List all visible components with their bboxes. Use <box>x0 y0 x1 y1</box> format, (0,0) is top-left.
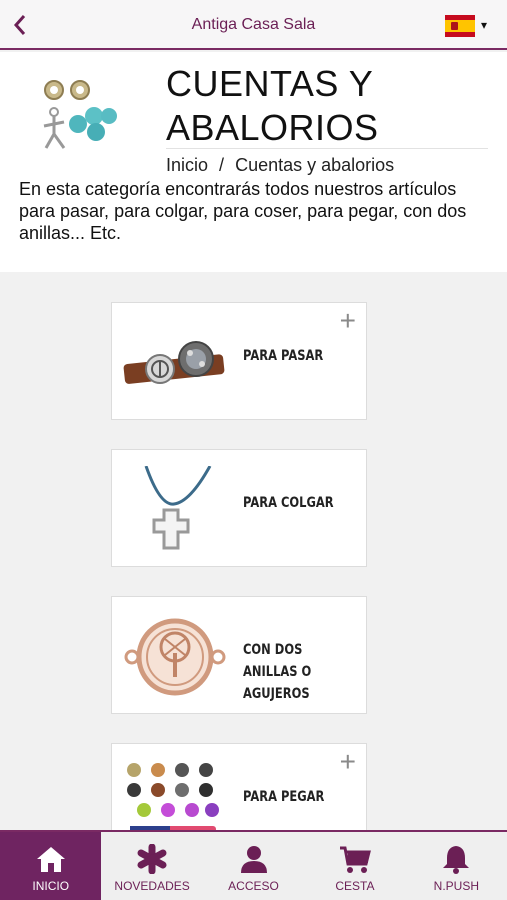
page-title: CUENTAS Y ABALORIOS <box>166 62 379 150</box>
category-label: PARA PEGAR <box>243 789 325 805</box>
tab-acceso[interactable]: ACCESO <box>203 832 304 900</box>
category-label: PARA PASAR <box>243 348 324 364</box>
home-icon <box>36 847 65 872</box>
plus-icon[interactable]: + <box>340 307 356 335</box>
bell-icon <box>443 846 470 874</box>
breadcrumb-current: Cuentas y abalorios <box>235 155 395 175</box>
page-title-line1: CUENTAS Y <box>166 63 374 104</box>
con-dos-anillas-image <box>124 618 226 696</box>
category-header: CUENTAS Y ABALORIOS Inicio / Cuentas y a… <box>0 52 507 272</box>
cart-icon <box>339 846 371 873</box>
breadcrumb-home-link[interactable]: Inicio <box>166 155 208 175</box>
tab-label: CESTA <box>335 879 375 893</box>
caret-down-icon: ▾ <box>481 18 488 32</box>
category-card-para-colgar[interactable]: PARA COLGAR <box>111 449 367 567</box>
tab-label: N.PUSH <box>433 879 479 893</box>
tab-label: INICIO <box>32 879 70 893</box>
language-selector[interactable]: ▾ <box>445 15 495 37</box>
breadcrumb: Inicio / Cuentas y abalorios <box>166 148 488 176</box>
para-colgar-image <box>144 466 212 550</box>
category-label: CON DOS ANILLAS O AGUJEROS <box>243 642 312 702</box>
category-card-con-dos-anillas[interactable]: CON DOS ANILLAS O AGUJEROS <box>111 596 367 714</box>
category-label: PARA COLGAR <box>243 495 334 511</box>
tab-cesta[interactable]: CESTA <box>304 832 405 900</box>
page-title-line2: ABALORIOS <box>166 107 379 148</box>
tab-label: NOVEDADES <box>114 879 190 893</box>
category-card-para-pasar[interactable]: PARA PASAR + <box>111 302 367 420</box>
beads-category-image <box>43 80 117 149</box>
tab-novedades[interactable]: NOVEDADES <box>101 832 202 900</box>
asterisk-icon <box>137 844 167 874</box>
spain-flag-icon <box>445 15 475 37</box>
tab-npush[interactable]: N.PUSH <box>406 832 507 900</box>
top-bar: Antiga Casa Sala ▾ <box>0 0 507 50</box>
breadcrumb-separator: / <box>219 155 225 175</box>
tab-label: ACCESO <box>228 879 279 893</box>
plus-icon[interactable]: + <box>340 748 356 776</box>
category-description: En esta categoría encontrarás todos nues… <box>19 179 467 243</box>
tab-inicio[interactable]: INICIO <box>0 832 102 900</box>
app-title: Antiga Casa Sala <box>191 16 316 33</box>
para-pasar-image <box>123 341 225 384</box>
user-icon <box>240 846 267 873</box>
bottom-tab-bar: INICIO NOVEDADES ACCESO CESTA N.PUSH <box>0 830 507 900</box>
